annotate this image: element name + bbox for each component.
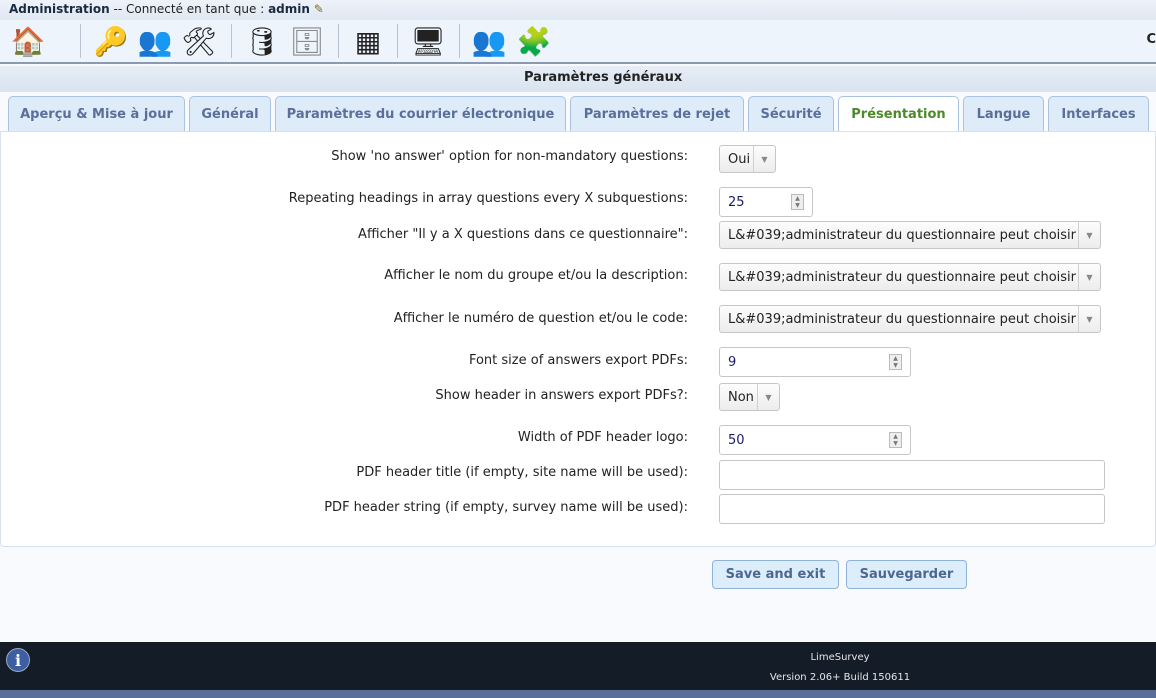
spinner-icon[interactable]: ▲ ▼ [889,354,902,370]
tab-apercu[interactable]: Aperçu & Mise à jour [8,96,185,131]
chevron-down-icon: ▼ [753,146,775,172]
tab-general[interactable]: Général [189,96,271,131]
input-value: 50 [728,432,745,448]
tab-bounce[interactable]: Paramètres de rejet [570,96,744,131]
connected-as-text: -- Connecté en tant que : [109,2,269,16]
field-label: Afficher "Il y a X questions dans ce que… [358,227,688,242]
no-answer-select[interactable]: Oui ▼ [719,145,776,173]
tab-presentation[interactable]: Présentation [838,96,959,132]
field-label: Afficher le numéro de question et/ou le … [393,311,688,326]
question-number-select[interactable]: L&#039;administrateur du questionnaire p… [719,305,1101,333]
field-label: Afficher le nom du groupe et/ou la descr… [384,268,688,283]
tab-language[interactable]: Langue [963,96,1044,131]
title-bar: Administration -- Connecté en tant que :… [0,0,1156,20]
key-icon[interactable]: 🔑 [92,23,130,59]
pdf-header-string-input[interactable] [719,494,1105,524]
field-label: Width of PDF header logo: [517,430,688,445]
field-label: Font size of answers export PDFs: [468,353,688,368]
page-title: Paramètres généraux [0,66,1156,92]
grid-icon[interactable]: ▦ [349,23,387,59]
plugin-icon[interactable]: 🧩 [515,23,553,59]
select-value: Oui [728,151,751,167]
pencil-icon[interactable]: ✎ [314,2,324,16]
divider [459,24,460,58]
tab-email[interactable]: Paramètres du courrier électronique [275,96,566,131]
save-and-exit-button[interactable]: Save and exit [712,560,839,589]
select-value: Non [728,389,754,405]
select-value: L&#039;administrateur du questionnaire p… [728,227,1076,243]
save-button[interactable]: Sauvegarder [846,560,967,589]
repeat-headings-stepper[interactable]: 25 ▲ ▼ [719,187,813,217]
select-value: L&#039;administrateur du questionnaire p… [728,311,1076,327]
admin-toolbar: 🏠 🔑 👥 🛠 🛢 🗄 ▦ 🖥 👥 🧩 C [0,20,1156,64]
chevron-down-icon: ▼ [757,384,779,410]
field-label: PDF header string (if empty, survey name… [324,500,688,515]
settings-tabs: Aperçu & Mise à jour Général Paramètres … [0,96,1156,132]
spinner-icon[interactable]: ▲ ▼ [791,194,804,210]
pdf-logo-width-stepper[interactable]: 50 ▲ ▼ [719,425,911,455]
section-title: Administration [9,2,110,16]
bottom-strip [0,690,1156,698]
database-check-icon[interactable]: 🛢 [243,23,281,59]
spinner-icon[interactable]: ▲ ▼ [889,432,902,448]
user-groups-icon[interactable]: 👥 [470,23,508,59]
divider [397,24,398,58]
question-count-select[interactable]: L&#039;administrateur du questionnaire p… [719,221,1101,249]
sql-icon[interactable]: 🗄 [288,23,326,59]
input-value: 25 [728,194,745,210]
app-name[interactable]: LimeSurvey [740,652,940,663]
field-label: PDF header title (if empty, site name wi… [356,465,688,480]
info-icon[interactable]: i [6,648,30,672]
footer: i LimeSurvey Version 2.06+ Build 150611 [0,642,1156,690]
pdf-header-title-input[interactable] [719,460,1105,490]
field-label: Repeating headings in array questions ev… [288,191,688,206]
divider [80,24,81,58]
group-name-select[interactable]: L&#039;administrateur du questionnaire p… [719,263,1101,291]
divider [338,24,339,58]
tab-interfaces[interactable]: Interfaces [1048,96,1149,131]
select-value: L&#039;administrateur du questionnaire p… [728,269,1076,285]
users-key-icon[interactable]: 👥 [136,23,174,59]
version-text: Version 2.06+ Build 150611 [769,672,911,683]
chevron-down-icon: ▼ [1078,306,1100,332]
pdf-header-select[interactable]: Non ▼ [719,383,780,411]
tab-security[interactable]: Sécurité [748,96,834,131]
field-label: Show 'no answer' option for non-mandator… [331,149,688,164]
username[interactable]: admin [268,2,310,16]
field-label: Show header in answers export PDFs?: [435,388,688,403]
pdf-font-size-stepper[interactable]: 9 ▲ ▼ [719,347,911,377]
divider [231,24,232,58]
input-value: 9 [728,354,737,370]
toolbar-right-text[interactable]: C [1146,32,1156,47]
theme-icon[interactable]: 🖥 [409,23,447,59]
home-icon[interactable]: 🏠 [9,23,47,59]
tools-icon[interactable]: 🛠 [180,23,218,59]
chevron-down-icon: ▼ [1078,264,1100,290]
chevron-down-icon: ▼ [1078,222,1100,248]
